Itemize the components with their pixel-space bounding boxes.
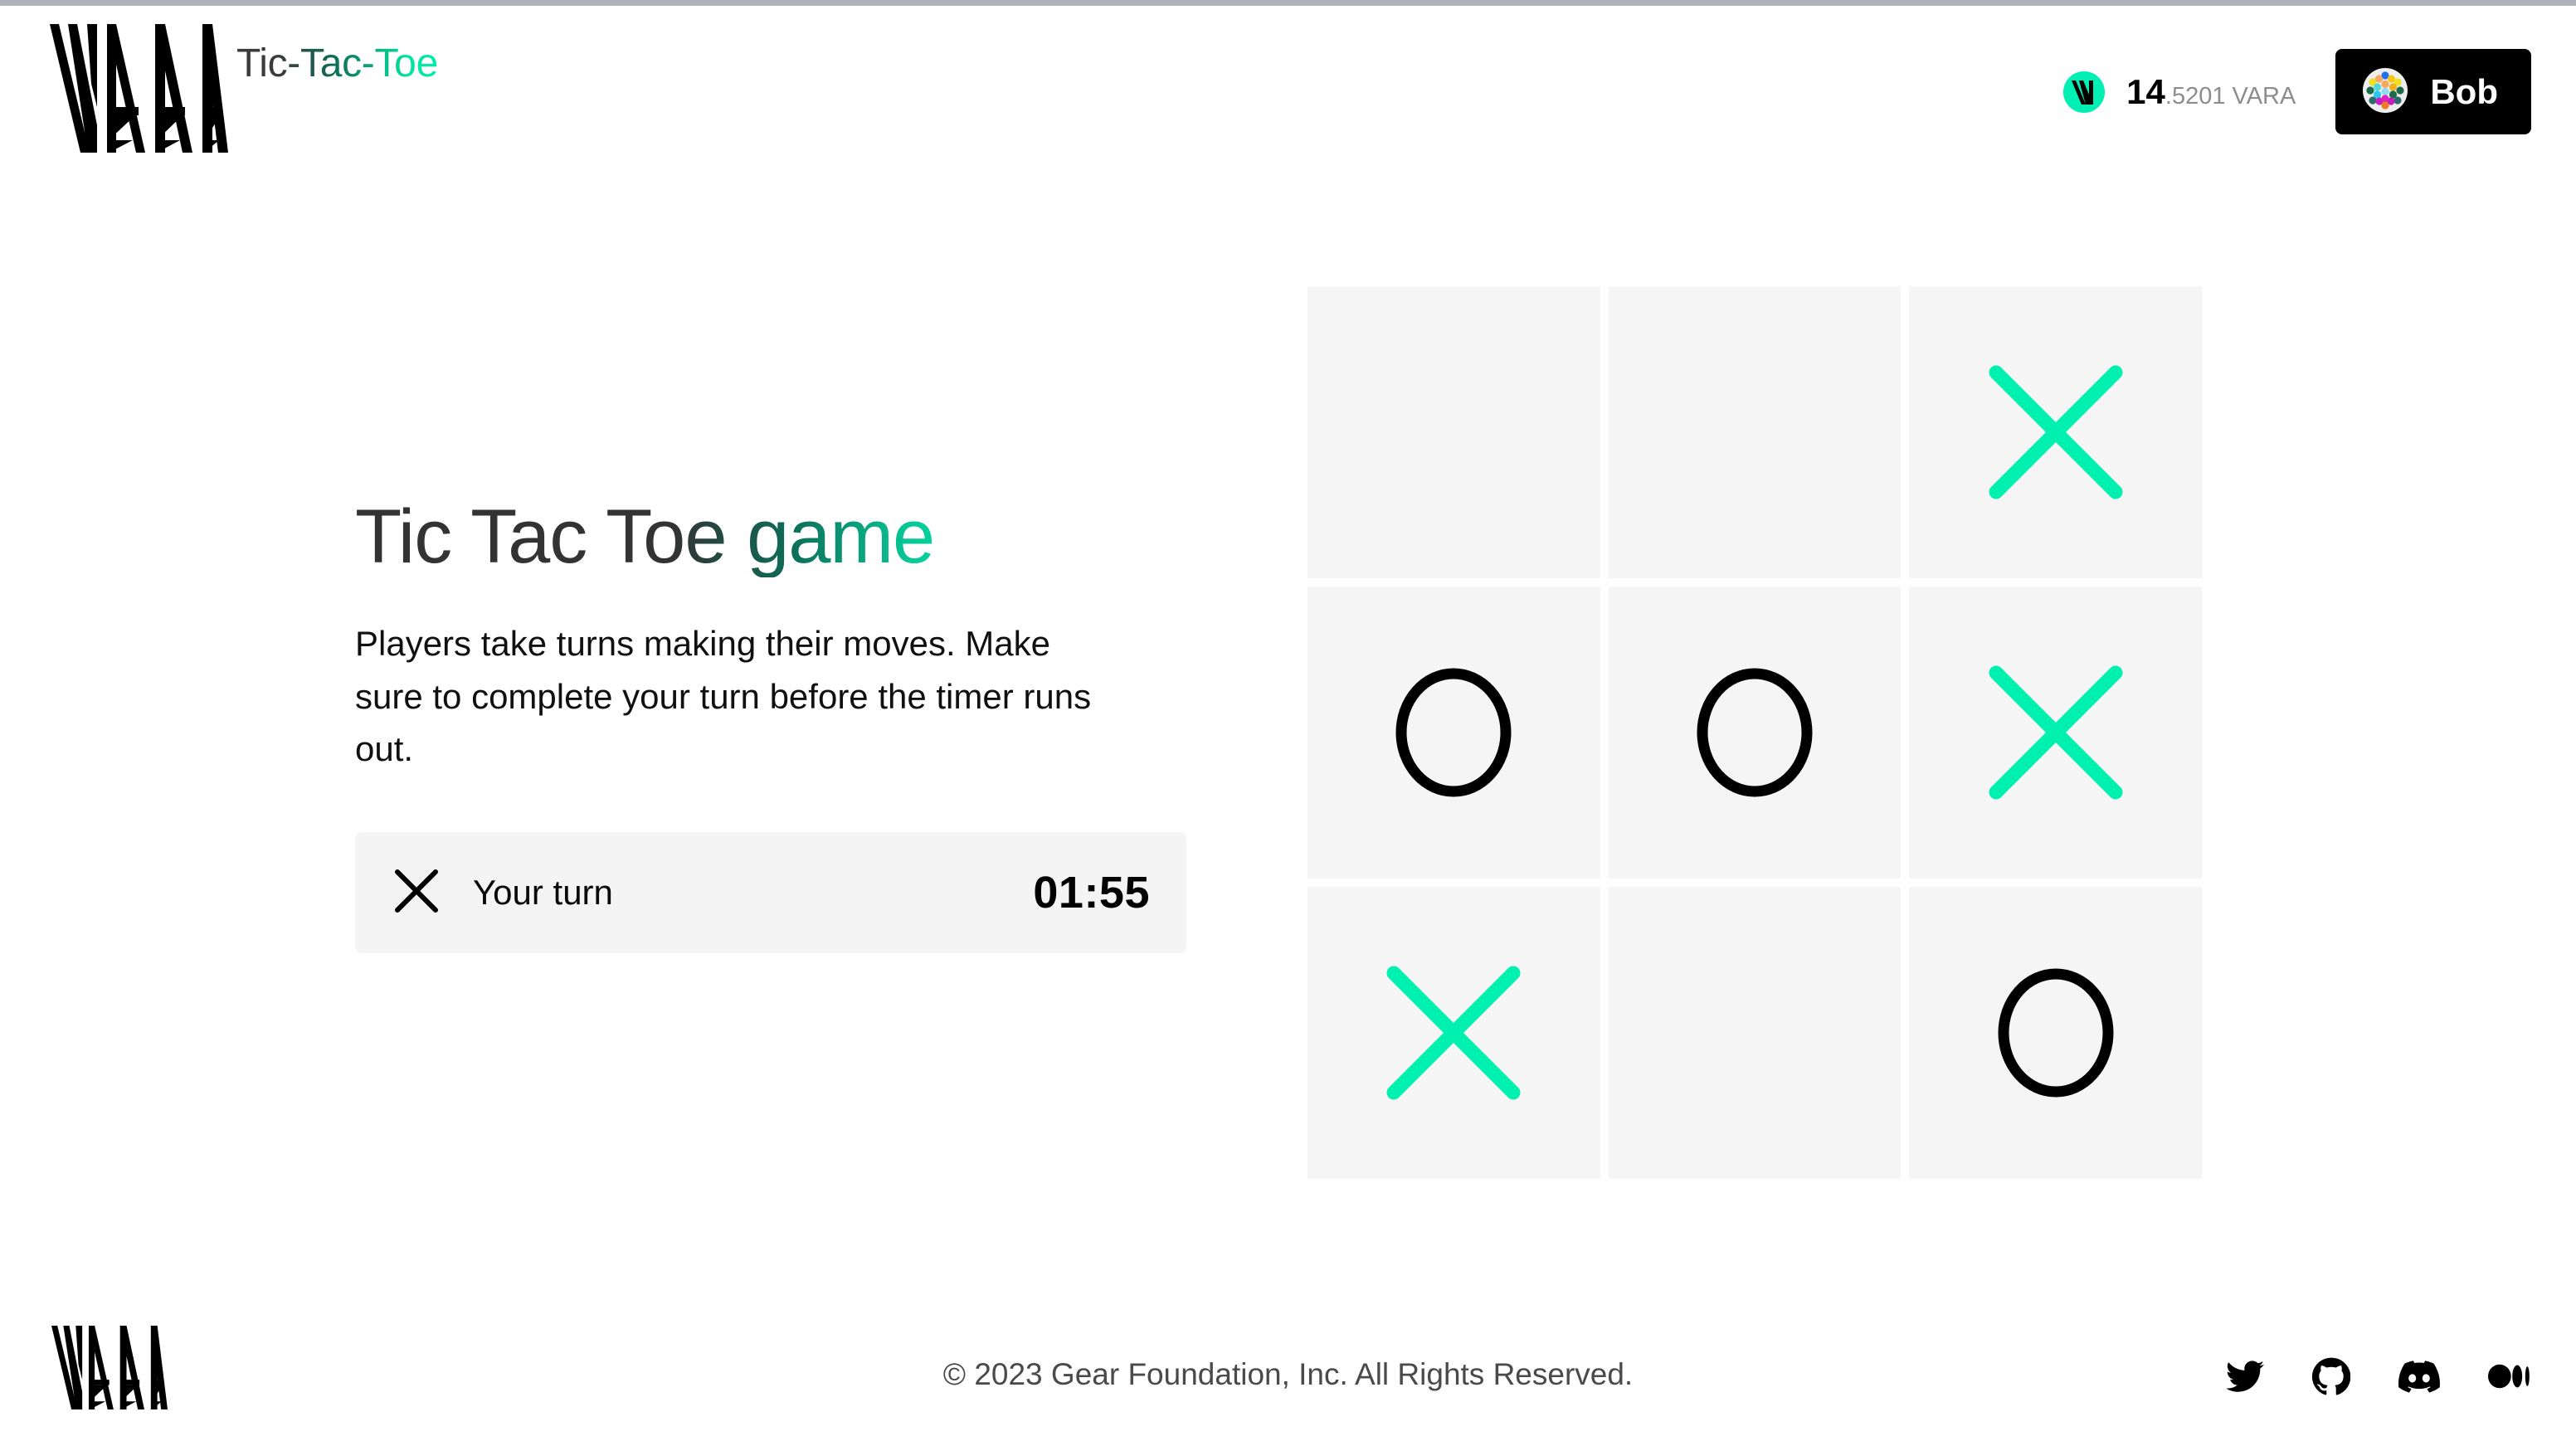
board-cell-8[interactable] [1909,887,2202,1179]
x-mark-icon [393,868,440,918]
turn-status-label: Your turn [473,873,613,913]
x-mark-icon [1989,365,2123,499]
copyright-text: © 2023 Gear Foundation, Inc. All Rights … [942,1357,1634,1391]
account-button[interactable]: Bob [2335,49,2531,134]
browser-chrome-edge [0,0,2576,6]
app-title: Tic-Tac-Toe [236,41,438,85]
twitter-icon[interactable] [2226,1357,2264,1395]
account-name: Bob [2430,71,2498,111]
board-cell-6[interactable] [1307,887,1600,1179]
board-cell-5[interactable] [1909,587,2202,879]
board-cell-2[interactable] [1909,286,2202,578]
discord-icon[interactable] [2398,1356,2440,1397]
app-footer: © 2023 Gear Foundation, Inc. All Rights … [0,1294,2576,1441]
game-info-panel: Tic Tac Toe game Players take turns maki… [355,497,1193,954]
vara-coin-icon [2063,71,2106,113]
balance-amount: 14.5201 VARA [2126,71,2296,111]
vara-logo [50,24,228,157]
board-cell-7[interactable] [1608,887,1902,1179]
o-mark-icon [1697,668,1813,797]
board-cell-3[interactable] [1307,587,1600,879]
wallet-balance: 14.5201 VARA [2063,71,2296,113]
board-cell-1[interactable] [1608,286,1902,578]
board-cell-4[interactable] [1608,587,1902,879]
header-right: 14.5201 VARA Bob [2063,49,2531,134]
balance-fraction: .5201 VARA [2165,82,2296,110]
polkadot-identicon-avatar [2362,67,2408,116]
o-mark-icon [1395,668,1512,797]
brand[interactable]: Tic-Tac-Toe [50,24,438,157]
balance-integer: 14 [2126,71,2165,111]
turn-timer: 01:55 [1033,868,1150,918]
x-mark-icon [1386,966,1521,1100]
main-content: Tic Tac Toe game Players take turns maki… [0,166,2576,1294]
x-mark-icon [1989,665,2123,800]
tic-tac-toe-board [1307,286,2202,1179]
app-root: Tic-Tac-Toe 14.5201 VARA Bob Tic Tac Toe… [0,0,2576,1441]
app-header: Tic-Tac-Toe 14.5201 VARA Bob [0,6,2576,166]
page-title: Tic Tac Toe game [355,497,1193,577]
board-cell-0[interactable] [1307,286,1600,578]
github-icon[interactable] [2312,1357,2350,1395]
turn-status-bar: Your turn 01:55 [355,832,1186,954]
social-links [2226,1356,2530,1397]
medium-icon[interactable] [2488,1357,2530,1395]
game-instructions: Players take turns making their moves. M… [355,623,1092,769]
o-mark-icon [1998,968,2114,1098]
